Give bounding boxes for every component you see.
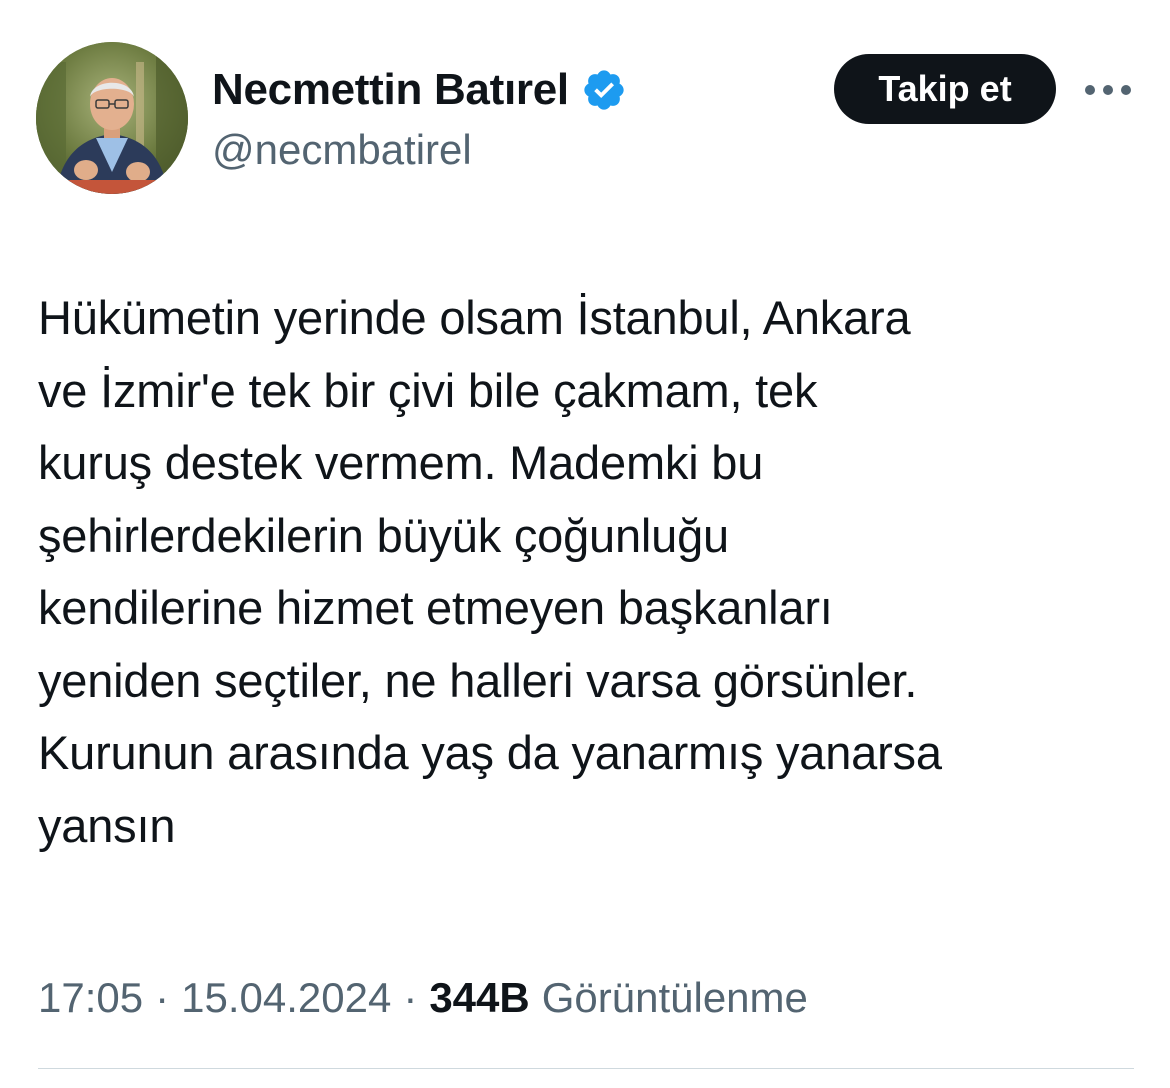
- tweet-text-line: Hükümetin yerinde olsam İstanbul, Ankara: [38, 291, 911, 344]
- tweet-card: Necmettin Batırel @necmbatirel Takip et …: [0, 0, 1170, 1088]
- tweet-text-line: kendilerine hizmet etmeyen başkanları: [38, 581, 833, 634]
- meta-separator: ·: [403, 974, 418, 1021]
- tweet-text-line: Kurunun arasında yaş da yanarmış yanarsa: [38, 726, 942, 779]
- more-horizontal-icon: [1085, 85, 1131, 95]
- tweet-meta: 17:05 · 15.04.2024 · 344B Görüntülenme: [38, 974, 808, 1022]
- meta-separator: ·: [155, 974, 170, 1021]
- tweet-text: Hükümetin yerinde olsam İstanbul, Ankara…: [38, 282, 1148, 862]
- tweet-text-line: şehirlerdekilerin büyük çoğunluğu: [38, 508, 729, 562]
- divider: [38, 1068, 1134, 1069]
- more-options-button[interactable]: [1080, 70, 1136, 110]
- tweet-text-line: yansın: [38, 798, 176, 852]
- tweet-time[interactable]: 17:05: [38, 974, 143, 1022]
- author-display-name[interactable]: Necmettin Batırel: [212, 65, 569, 115]
- author-name-row: Necmettin Batırel: [212, 62, 627, 118]
- follow-button[interactable]: Takip et: [834, 54, 1056, 124]
- tweet-text-line: kuruş destek vermem. Mademki bu: [38, 436, 764, 489]
- views-label: Görüntülenme: [541, 974, 808, 1021]
- tweet-text-line: yeniden seçtiler, ne halleri varsa görsü…: [38, 653, 918, 707]
- avatar-photo: [36, 42, 188, 194]
- verified-badge-icon[interactable]: [581, 67, 627, 113]
- tweet-date[interactable]: 15.04.2024: [181, 974, 391, 1022]
- avatar[interactable]: [36, 42, 188, 194]
- author-handle[interactable]: @necmbatirel: [212, 126, 472, 174]
- tweet-text-line: ve İzmir'e tek bir çivi bile çakmam, tek: [38, 363, 818, 417]
- views-count[interactable]: 344B: [429, 974, 529, 1022]
